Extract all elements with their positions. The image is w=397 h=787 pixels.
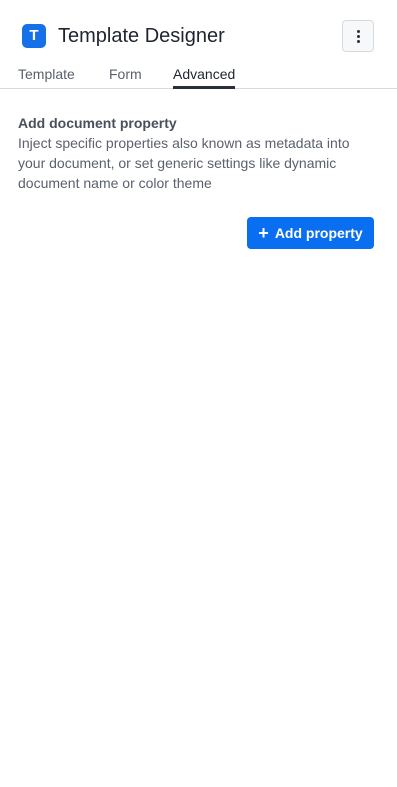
add-property-label: Add property	[274, 225, 363, 241]
app-header: T Template Designer	[0, 0, 397, 60]
app-logo-icon: T	[22, 24, 46, 48]
tab-bar: Template Form Advanced	[0, 60, 397, 89]
plus-icon: +	[258, 223, 269, 243]
section-description: Inject specific properties also known as…	[18, 135, 350, 191]
section-title: Add document property	[18, 115, 177, 131]
add-property-button[interactable]: + Add property	[247, 217, 374, 249]
app-title: Template Designer	[58, 25, 225, 47]
more-options-button[interactable]	[342, 20, 374, 52]
tab-advanced[interactable]: Advanced	[173, 65, 236, 89]
tab-form[interactable]: Form	[109, 65, 142, 89]
kebab-vertical-icon	[357, 30, 360, 43]
tab-template[interactable]: Template	[18, 65, 75, 89]
